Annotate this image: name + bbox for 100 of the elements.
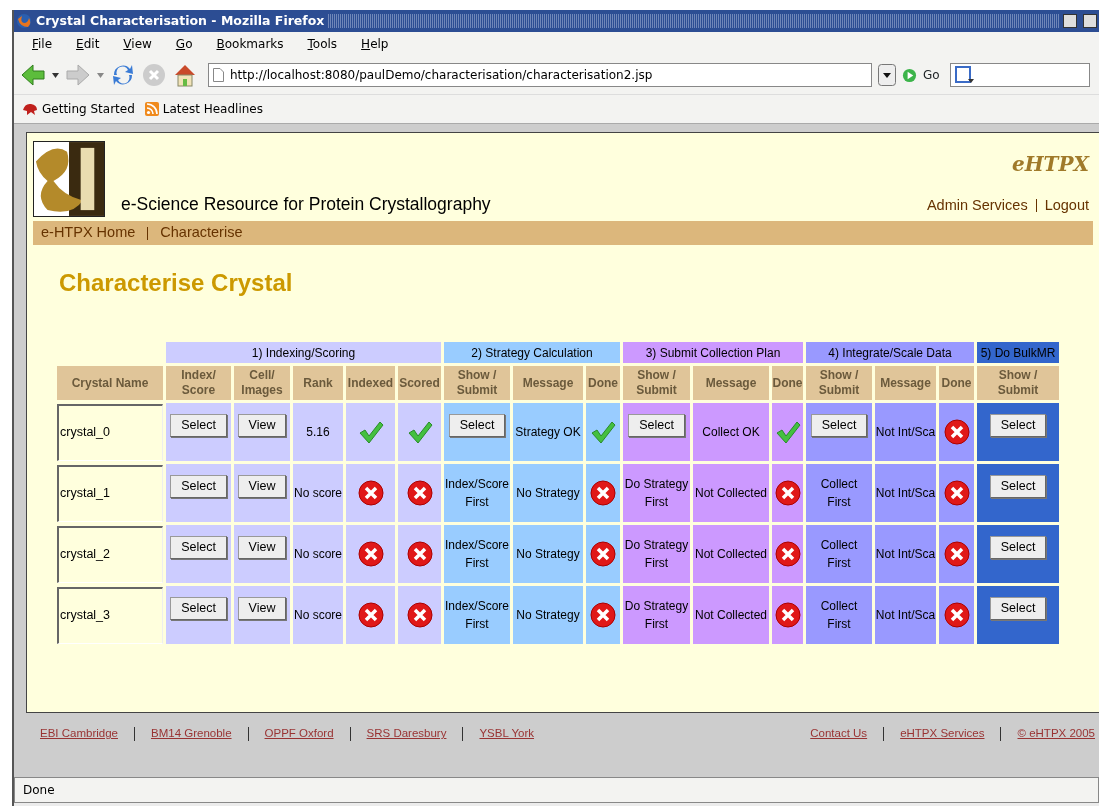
cell-text: No Strategy [516,608,580,622]
select-button[interactable]: View [237,597,287,620]
column-header: Done [772,366,803,400]
cell-text: Not Int/Sca [875,608,936,622]
bookmark-link[interactable]: Latest Headlines [162,100,263,118]
search-engine-icon [954,66,975,84]
column-header: Index/ Score [166,366,231,400]
menu-item[interactable]: View [111,35,164,53]
back-icon[interactable] [20,63,46,87]
cell-text: No score [294,608,342,622]
select-button[interactable]: View [237,475,287,498]
group-header: 2) Strategy Calculation [444,342,620,363]
cell-text: No score [294,486,342,500]
search-field[interactable] [949,63,1090,87]
select-button[interactable]: Select [448,414,506,437]
bookmark-icon [22,102,38,116]
site-title: e-Science Resource for Protein Crystallography [121,192,491,216]
column-header: Show / Submit [977,366,1059,400]
header-link[interactable]: Admin Services [926,195,1028,217]
column-header: Done [939,366,974,400]
column-header: Done [586,366,620,400]
brand-name: eHTPX [1011,151,1089,178]
column-header: Message [513,366,583,400]
select-button[interactable]: Select [170,475,227,498]
group-header: 4) Integrate/Scale Data [806,342,974,363]
column-header: Show / Submit [444,366,510,400]
cell-text: Not Collected [694,608,767,622]
cell-text: Collect OK [702,425,760,439]
header-link[interactable]: Logout [1044,195,1089,217]
menu-item[interactable]: Go [163,35,205,53]
footer-link[interactable]: YSBL York [479,725,534,743]
footer-link[interactable]: Contact Us [810,725,868,743]
select-button[interactable]: View [237,414,287,437]
select-button[interactable]: View [237,536,287,559]
menu-item[interactable]: File [20,35,65,53]
menu-item[interactable]: Bookmarks [204,35,296,53]
select-button[interactable]: Select [989,597,1047,620]
cell-text: No Strategy [516,486,580,500]
cell-text: Not Collected [694,486,767,500]
page-icon [213,68,224,82]
cell-text: Index/Score First [444,477,509,509]
bookmark-link[interactable]: Getting Started [42,100,135,118]
column-header: Scored [398,366,441,400]
column-header: Message [693,366,769,400]
column-header: Crystal Name [57,366,163,400]
cell-text: Do Strategy First [624,538,689,570]
select-button[interactable]: Select [628,414,685,437]
cell-text: Collect First [820,538,858,570]
footer-link[interactable]: OPPF Oxford [264,725,334,743]
cell-text: Do Strategy First [624,477,689,509]
select-button[interactable]: Select [989,536,1047,559]
cell-text: Do Strategy First [624,599,689,631]
go-icon [902,67,917,83]
column-header: Show / Submit [623,366,690,400]
firefox-icon [16,13,32,29]
cell-text: Not Int/Sca [875,486,936,500]
logo-icon [33,141,105,217]
crystal-name-field: crystal_0 [57,403,163,461]
breadcrumb-link[interactable]: Characterise [160,222,243,244]
minimize-button[interactable] [1063,14,1077,28]
page-heading: Characterise Crystal [59,268,294,298]
cell-text: Strategy OK [515,425,581,439]
crystal-name-field: crystal_3 [57,586,163,644]
cell-text: Not Int/Sca [875,425,936,439]
cell-text: No score [294,547,342,561]
column-header: Cell/ Images [234,366,290,400]
select-button[interactable]: Select [170,536,227,559]
crystal-name-field: crystal_1 [57,464,163,522]
footer-link[interactable]: SRS Daresbury [366,725,447,743]
address-bar[interactable]: http://localhost:8080/paulDemo/characterisation/characterisation2.jsp [208,63,872,87]
select-button[interactable]: Select [989,475,1047,498]
cell-text: Not Collected [694,547,767,561]
group-header: 5) Do BulkMR [977,342,1059,363]
column-header: Show / Submit [806,366,872,400]
cell-text: Collect First [820,599,858,631]
footer-link[interactable]: eHTPX Services [900,725,985,743]
footer-link[interactable]: © eHTPX 2005 [1017,725,1095,743]
cell-text: Collect First [820,477,858,509]
menu-item[interactable]: Tools [295,35,350,53]
go-button[interactable]: Go [923,66,940,84]
dropdown-icon[interactable] [878,64,896,86]
select-button[interactable]: Select [810,414,868,437]
select-button[interactable]: Select [170,414,227,437]
dropdown-icon[interactable] [52,72,59,78]
select-button[interactable]: Select [170,597,227,620]
select-button[interactable]: Select [989,414,1047,437]
footer-link[interactable]: BM14 Grenoble [151,725,232,743]
column-header: Message [875,366,936,400]
menu-item[interactable]: Help [349,35,401,53]
column-header: Rank [293,366,343,400]
maximize-button[interactable] [1083,14,1097,28]
cell-text: Index/Score First [444,538,509,570]
cell-text: Index/Score First [444,599,509,631]
cell-text: Not Int/Sca [875,547,936,561]
breadcrumb-link[interactable]: e-HTPX Home [41,222,136,244]
crystal-name-field: crystal_2 [57,525,163,583]
cell-text: No Strategy [516,547,580,561]
footer-link[interactable]: EBI Cambridge [40,725,118,743]
menu-item[interactable]: Edit [64,35,112,53]
column-header: Indexed [346,366,395,400]
